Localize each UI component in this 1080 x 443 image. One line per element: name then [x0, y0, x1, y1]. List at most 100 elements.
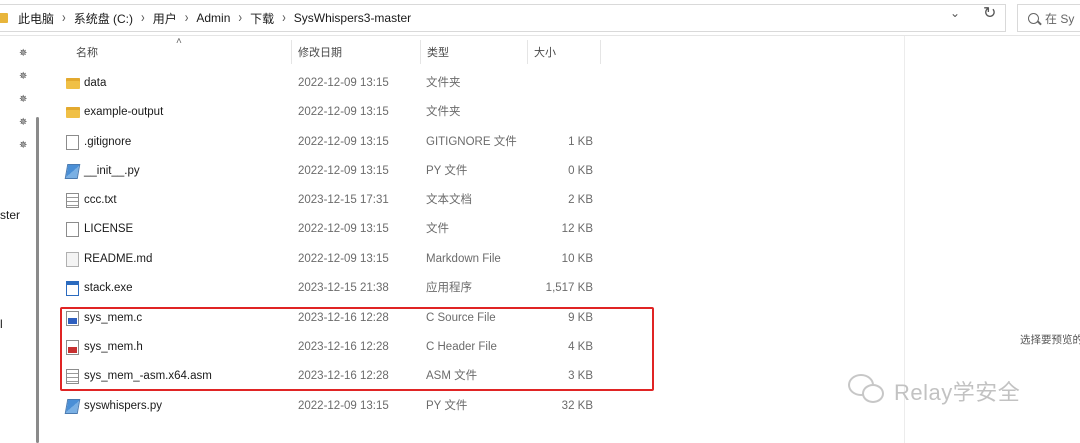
breadcrumb-0[interactable]: 此电脑	[16, 10, 56, 27]
watermark: Relay学安全	[846, 372, 1020, 410]
chevron-down-icon[interactable]: ⌄	[950, 6, 960, 20]
breadcrumb-label: 下载	[250, 11, 275, 26]
file-row[interactable]: sys_mem_-asm.x64.asm 2023-12-16 12:28 AS…	[58, 362, 603, 390]
file-modified: 2022-12-09 13:15	[298, 165, 389, 177]
search-input[interactable]: 在 Sy	[1017, 4, 1080, 32]
file-type: C Source File	[426, 312, 496, 324]
address-box[interactable]: 此电脑 › 系统盘 (C:) › 用户 › Admin › 下载 › SysWh…	[0, 4, 1006, 32]
column-divider[interactable]	[420, 40, 421, 64]
file-type: GITIGNORE 文件	[426, 136, 517, 148]
breadcrumb-label: Admin	[196, 11, 231, 25]
file-modified: 2023-12-16 12:28	[298, 341, 389, 353]
chevron-right-icon[interactable]: ›	[62, 10, 66, 26]
pin-icon[interactable]: ✵	[19, 94, 27, 105]
file-modified: 2022-12-09 13:15	[298, 253, 389, 265]
column-divider[interactable]	[600, 40, 601, 64]
file-size: 10 KB	[561, 253, 593, 265]
text-file-icon	[66, 193, 79, 208]
column-header-name[interactable]: 名称	[76, 44, 98, 60]
sort-ascending-icon: ˄	[176, 36, 182, 47]
breadcrumb-4[interactable]: 下载	[248, 10, 276, 27]
search-placeholder: 在 Sy	[1045, 11, 1075, 26]
nav-item-label[interactable]: l	[0, 317, 3, 331]
breadcrumb-5[interactable]: SysWhispers3-master	[292, 11, 413, 25]
file-name: README.md	[84, 253, 153, 265]
file-modified: 2022-12-09 13:15	[298, 106, 389, 118]
file-row[interactable]: .gitignore 2022-12-09 13:15 GITIGNORE 文件…	[58, 128, 603, 156]
python-file-icon	[64, 164, 81, 179]
chevron-right-icon[interactable]: ›	[238, 10, 242, 26]
file-size: 9 KB	[568, 312, 593, 324]
c-header-file-icon	[66, 340, 79, 355]
file-type: 文件夹	[426, 106, 461, 118]
file-icon	[66, 135, 79, 150]
file-type: 文件夹	[426, 77, 461, 89]
file-row[interactable]: sys_mem.h 2023-12-16 12:28 C Header File…	[58, 333, 603, 361]
exe-file-icon	[66, 281, 79, 296]
file-name: sys_mem_-asm.x64.asm	[84, 370, 212, 382]
file-size: 0 KB	[568, 165, 593, 177]
column-header-type[interactable]: 类型	[427, 44, 449, 60]
file-type: 应用程序	[426, 282, 472, 294]
address-bar: 此电脑 › 系统盘 (C:) › 用户 › Admin › 下载 › SysWh…	[0, 0, 1080, 36]
file-name: ccc.txt	[84, 194, 117, 206]
file-name: syswhispers.py	[84, 400, 162, 412]
folder-icon	[66, 107, 80, 118]
file-name: sys_mem.c	[84, 312, 143, 324]
scrollbar[interactable]	[36, 117, 39, 443]
file-modified: 2022-12-09 13:15	[298, 400, 389, 412]
python-file-icon	[64, 399, 81, 414]
file-row[interactable]: sys_mem.c 2023-12-16 12:28 C Source File…	[58, 304, 603, 332]
markdown-file-icon	[66, 252, 79, 267]
wechat-icon	[846, 372, 888, 410]
file-row[interactable]: syswhispers.py 2022-12-09 13:15 PY 文件 32…	[58, 392, 603, 420]
file-type: 文件	[426, 223, 449, 235]
file-name: LICENSE	[84, 223, 134, 235]
file-row[interactable]: data 2022-12-09 13:15 文件夹	[58, 69, 603, 97]
chevron-right-icon[interactable]: ›	[141, 10, 145, 26]
file-size: 1,517 KB	[545, 282, 593, 294]
file-name: sys_mem.h	[84, 341, 143, 353]
nav-item-label[interactable]: ster	[0, 208, 20, 222]
file-type: ASM 文件	[426, 370, 478, 382]
file-name: __init__.py	[84, 165, 140, 177]
file-size: 4 KB	[568, 341, 593, 353]
file-type: Markdown File	[426, 253, 501, 265]
column-divider[interactable]	[527, 40, 528, 64]
navigation-pane: ✵ ✵ ✵ ✵ ✵ ster l	[0, 37, 42, 443]
file-modified: 2023-12-15 17:31	[298, 194, 389, 206]
file-name: stack.exe	[84, 282, 133, 294]
file-name: example-output	[84, 106, 164, 118]
file-row[interactable]: __init__.py 2022-12-09 13:15 PY 文件 0 KB	[58, 157, 603, 185]
refresh-icon[interactable]: ↻	[983, 3, 996, 23]
file-row[interactable]: stack.exe 2023-12-15 21:38 应用程序 1,517 KB	[58, 274, 603, 302]
chevron-right-icon[interactable]: ›	[185, 10, 189, 26]
breadcrumb-3[interactable]: Admin	[194, 11, 232, 25]
pin-icon[interactable]: ✵	[19, 117, 27, 128]
file-modified: 2023-12-15 21:38	[298, 282, 389, 294]
breadcrumb-label: 系统盘 (C:)	[73, 11, 134, 26]
pin-icon[interactable]: ✵	[19, 48, 27, 59]
search-icon	[1028, 12, 1039, 24]
file-row[interactable]: LICENSE 2022-12-09 13:15 文件 12 KB	[58, 215, 603, 243]
column-header-modified[interactable]: 修改日期	[298, 44, 342, 60]
text-file-icon	[66, 369, 79, 384]
column-header-size[interactable]: 大小	[534, 44, 556, 60]
breadcrumb-1[interactable]: 系统盘 (C:)	[72, 10, 135, 27]
file-modified: 2022-12-09 13:15	[298, 136, 389, 148]
file-row[interactable]: README.md 2022-12-09 13:15 Markdown File…	[58, 245, 603, 273]
file-type: 文本文档	[426, 194, 472, 206]
file-row[interactable]: example-output 2022-12-09 13:15 文件夹	[58, 98, 603, 126]
file-row[interactable]: ccc.txt 2023-12-15 17:31 文本文档 2 KB	[58, 186, 603, 214]
pin-icon[interactable]: ✵	[19, 71, 27, 82]
file-size: 1 KB	[568, 136, 593, 148]
column-divider[interactable]	[291, 40, 292, 64]
chevron-right-icon[interactable]: ›	[282, 10, 286, 26]
file-size: 3 KB	[568, 370, 593, 382]
folder-icon	[66, 78, 80, 89]
breadcrumb-2[interactable]: 用户	[151, 10, 179, 27]
pin-icon[interactable]: ✵	[19, 140, 27, 151]
file-modified: 2022-12-09 13:15	[298, 223, 389, 235]
file-type: PY 文件	[426, 400, 468, 412]
file-name: .gitignore	[84, 136, 132, 148]
